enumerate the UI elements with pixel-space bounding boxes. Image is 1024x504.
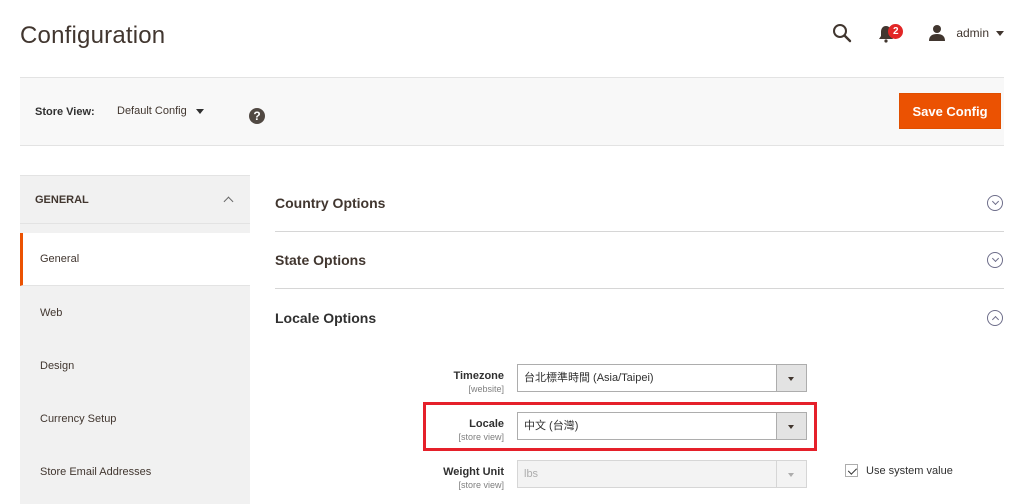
section-title: Country Options (275, 195, 386, 211)
select-value: 中文 (台灣) (524, 420, 579, 432)
section-country-options[interactable]: Country Options (275, 175, 1004, 232)
store-view-value: Default Config (117, 105, 187, 117)
sidebar-item-general[interactable]: General (20, 233, 250, 286)
use-system-value-label: Use system value (866, 464, 953, 477)
weight-unit-select[interactable]: lbs (517, 460, 807, 488)
user-icon (929, 25, 946, 41)
save-config-button[interactable]: Save Config (899, 93, 1001, 129)
locale-select[interactable]: 中文 (台灣) (517, 412, 807, 440)
field-scope: [store view] (458, 432, 504, 442)
section-state-options[interactable]: State Options (275, 232, 1004, 289)
dropdown-arrow-icon (776, 413, 806, 439)
expand-icon (987, 252, 1003, 268)
use-system-value-checkbox[interactable] (845, 464, 858, 477)
sidebar-item-label: Web (40, 306, 63, 319)
user-menu[interactable]: admin (928, 24, 1004, 42)
sidebar-item-web[interactable]: Web (20, 286, 250, 339)
notifications-button[interactable]: 2 (878, 23, 904, 43)
use-system-value-toggle[interactable]: Use system value (845, 464, 953, 477)
notifications-badge: 2 (888, 24, 904, 39)
select-value: lbs (524, 468, 539, 480)
section-title: State Options (275, 252, 367, 268)
field-label: Timezone (453, 370, 504, 382)
collapse-icon (987, 309, 1003, 326)
field-locale: Locale [store view] 中文 (台灣) (0, 410, 1024, 450)
field-timezone: Timezone [website] 台北標準時間 (Asia/Taipei) (0, 362, 1024, 402)
dropdown-arrow-icon (776, 365, 806, 391)
header-actions: 2 admin (832, 22, 1004, 44)
section-title: Locale Options (275, 309, 377, 326)
search-button[interactable] (832, 23, 852, 43)
section-locale-options[interactable]: Locale Options (275, 289, 1004, 346)
chevron-down-icon (996, 30, 1004, 36)
sidebar-group-title: GENERAL (35, 193, 89, 206)
config-main: Country Options State Options Locale Opt… (275, 175, 1004, 346)
expand-icon (987, 195, 1003, 211)
timezone-select[interactable]: 台北標準時間 (Asia/Taipei) (517, 364, 807, 392)
store-view-label: Store View: (35, 106, 95, 118)
chevron-down-icon (195, 108, 204, 114)
search-icon (833, 24, 852, 43)
user-name: admin (956, 26, 989, 40)
field-label: Weight Unit (443, 466, 504, 478)
chevron-up-icon (223, 196, 234, 207)
field-weight-unit: Weight Unit [store view] lbs Use system … (0, 458, 1024, 498)
field-scope: [website] (468, 384, 504, 394)
page-actions-toolbar: Store View: Default Config ? Save Config (20, 77, 1004, 146)
dropdown-arrow-icon (776, 461, 806, 487)
config-sidebar: GENERAL General Web Design Currency Setu… (20, 175, 250, 504)
field-scope: [store view] (458, 480, 504, 490)
page-title: Configuration (20, 22, 166, 49)
help-icon[interactable]: ? (249, 108, 265, 124)
sidebar-item-label: General (40, 253, 80, 265)
store-view-switcher[interactable]: Default Config (117, 105, 204, 117)
field-label: Locale (469, 418, 504, 430)
select-value: 台北標準時間 (Asia/Taipei) (524, 372, 654, 384)
sidebar-group-general[interactable]: GENERAL (20, 176, 250, 224)
